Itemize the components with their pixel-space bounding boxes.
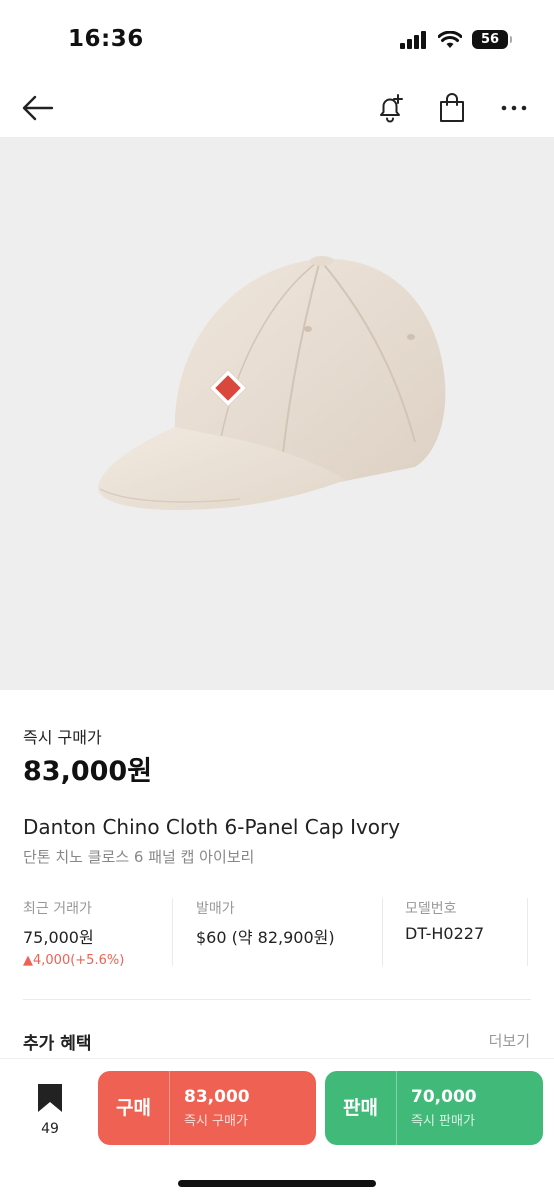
product-image[interactable] xyxy=(0,137,554,690)
stat-label: 모델번호 xyxy=(405,901,457,917)
alert-button[interactable] xyxy=(370,88,410,128)
cap-image xyxy=(97,256,446,511)
stat-divider xyxy=(382,898,383,966)
bookmark-icon xyxy=(38,1084,62,1112)
buy-price-label: 즉시 구매가 xyxy=(184,1114,248,1129)
stat-divider xyxy=(527,898,528,966)
stat-value: 75,000원 xyxy=(23,928,94,947)
wishlist-count: 49 xyxy=(41,1121,59,1137)
divider xyxy=(23,999,531,1000)
stat-value: $60 (약 82,900원) xyxy=(196,928,335,947)
stat-value: DT-H0227 xyxy=(405,924,485,943)
stat-label: 최근 거래가 xyxy=(23,901,92,917)
battery-icon: 56 xyxy=(472,30,512,49)
nav-bar xyxy=(0,80,554,136)
arrow-left-icon xyxy=(22,95,54,121)
status-icons: 56 xyxy=(400,30,512,49)
sell-price-label: 즉시 판매가 xyxy=(411,1114,475,1129)
sell-price: 70,000 xyxy=(411,1087,477,1107)
stat-change: ▲4,000(+5.6%) xyxy=(23,953,125,968)
buy-button-label: 구매 xyxy=(98,1071,170,1145)
stat-divider xyxy=(172,898,173,966)
buy-price: 83,000 xyxy=(184,1087,250,1107)
signal-icon xyxy=(400,30,426,49)
product-stats: 최근 거래가 75,000원 ▲4,000(+5.6%) 발매가 $60 (약 … xyxy=(0,898,554,968)
bell-plus-icon xyxy=(380,94,403,123)
more-button[interactable] xyxy=(494,88,534,128)
product-name-ko: 단톤 치노 클로스 6 패널 캡 아이보리 xyxy=(23,848,255,866)
shopping-bag-icon xyxy=(440,93,464,122)
back-button[interactable] xyxy=(18,88,58,128)
cart-button[interactable] xyxy=(432,88,472,128)
stat-recent-trade: 최근 거래가 75,000원 ▲4,000(+5.6%) xyxy=(23,898,124,968)
price-label: 즉시 구매가 xyxy=(23,728,102,747)
benefits-label: 추가 혜택 xyxy=(23,1034,92,1054)
sell-button-label: 판매 xyxy=(325,1071,397,1145)
home-indicator xyxy=(178,1180,376,1187)
stat-model-number: 모델번호 DT-H0227 xyxy=(405,898,484,968)
status-time: 16:36 xyxy=(68,26,144,52)
sell-button[interactable]: 판매 70,000 즉시 판매가 xyxy=(325,1071,543,1145)
stat-release-price: 발매가 $60 (약 82,900원) xyxy=(196,898,335,968)
buy-button-info: 83,000 즉시 구매가 xyxy=(170,1087,250,1129)
product-name-en: Danton Chino Cloth 6-Panel Cap Ivory xyxy=(23,815,401,839)
wifi-icon xyxy=(438,30,462,48)
wishlist-button[interactable]: 49 xyxy=(20,1079,80,1139)
price-value: 83,000원 xyxy=(23,756,153,787)
bottom-action-bar: 49 구매 83,000 즉시 구매가 판매 70,000 즉시 판매가 xyxy=(0,1058,554,1200)
status-bar: 16:36 56 xyxy=(0,0,554,80)
more-horizontal-icon xyxy=(501,105,527,111)
stat-label: 발매가 xyxy=(196,901,235,917)
sell-button-info: 70,000 즉시 판매가 xyxy=(397,1087,477,1129)
buy-button[interactable]: 구매 83,000 즉시 구매가 xyxy=(98,1071,316,1145)
benefits-more-link[interactable]: 더보기 xyxy=(489,1030,530,1051)
